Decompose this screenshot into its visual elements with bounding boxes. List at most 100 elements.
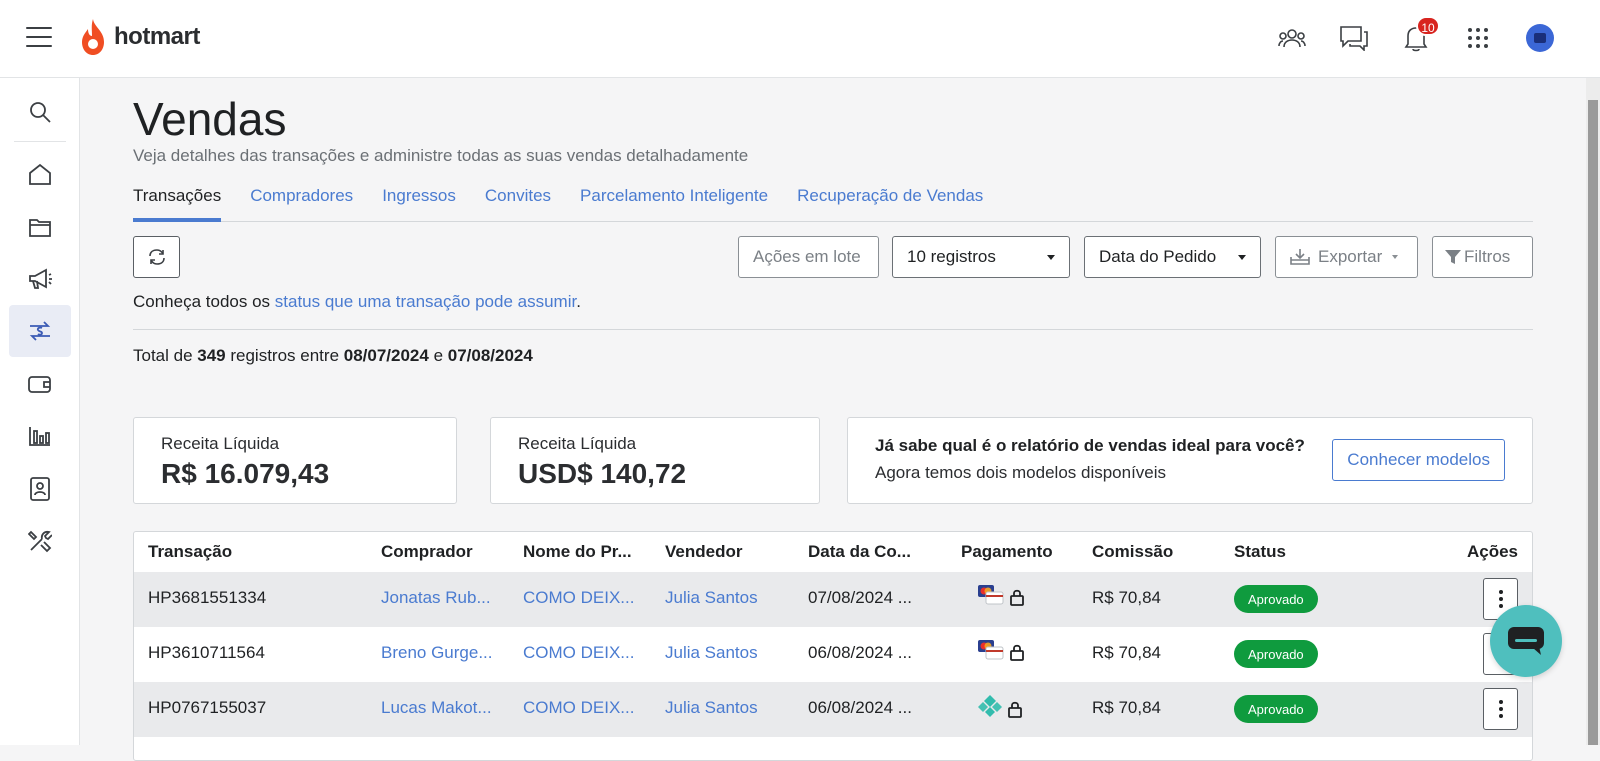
tab-parcelamento[interactable]: Parcelamento Inteligente xyxy=(580,182,768,222)
revenue-label: Receita Líquida xyxy=(518,434,637,453)
export-button[interactable]: Exportar xyxy=(1275,236,1418,278)
tab-convites[interactable]: Convites xyxy=(485,182,551,222)
seller-link[interactable]: Julia Santos xyxy=(665,698,758,718)
sidebar-item-home[interactable] xyxy=(9,148,71,200)
total-count: 349 xyxy=(197,346,226,365)
sort-by-value: Data do Pedido xyxy=(1099,247,1217,266)
bar-chart-icon xyxy=(29,427,50,446)
sidebar-item-search[interactable] xyxy=(9,86,71,138)
table-header: Transação Comprador Nome do Pr... Vended… xyxy=(134,532,1532,572)
seller-link[interactable]: Julia Santos xyxy=(665,588,758,608)
column-header[interactable]: Comprador xyxy=(381,542,473,562)
bell-icon[interactable]: 10 xyxy=(1400,16,1440,58)
buyer-link[interactable]: Lucas Makot... xyxy=(381,698,501,718)
scrollbar-thumb[interactable] xyxy=(1588,100,1598,745)
transactions-table: Transação Comprador Nome do Pr... Vended… xyxy=(133,531,1533,761)
chat-icon[interactable] xyxy=(1338,18,1370,58)
lock-icon xyxy=(1010,644,1024,661)
more-vertical-icon xyxy=(1498,590,1503,608)
promo-subtitle: Agora temos dois modelos disponíveis xyxy=(875,463,1167,482)
status-info: Conheça todos os status que uma transaçã… xyxy=(133,292,581,312)
revenue-card-usd: Receita Líquida USD$ 140,72 xyxy=(490,417,820,504)
status-badge: Aprovado xyxy=(1234,585,1318,613)
table-row[interactable]: HP0767155037 Lucas Makot... COMO DEIX...… xyxy=(134,682,1532,737)
column-header[interactable]: Comissão xyxy=(1092,542,1173,562)
tab-ingressos[interactable]: Ingressos xyxy=(382,182,456,222)
commission: R$ 70,84 xyxy=(1092,588,1161,607)
search-icon xyxy=(30,102,51,123)
hotmart-logo[interactable]: hotmart xyxy=(78,14,200,60)
revenue-card-brl: Receita Líquida R$ 16.079,43 xyxy=(133,417,457,504)
menu-icon[interactable] xyxy=(26,27,52,47)
revenue-value: USD$ 140,72 xyxy=(518,458,687,489)
total-end-date: 07/08/2024 xyxy=(447,346,533,365)
filters-button[interactable]: Filtros xyxy=(1432,236,1533,278)
sidebar-item-marketing[interactable] xyxy=(9,253,71,305)
divider xyxy=(133,329,1533,330)
total-summary: Total de 349 registros entre 08/07/2024 … xyxy=(133,346,533,366)
product-link[interactable]: COMO DEIX... xyxy=(523,643,643,663)
promo-title: Já sabe qual é o relatório de vendas ide… xyxy=(875,436,1305,455)
notification-badge: 10 xyxy=(1416,16,1440,36)
brand-name: hotmart xyxy=(114,23,200,50)
buyer-link[interactable]: Breno Gurge... xyxy=(381,643,501,663)
column-header[interactable]: Status xyxy=(1234,542,1286,562)
page-size-select[interactable]: 10 registros xyxy=(892,236,1070,278)
product-link[interactable]: COMO DEIX... xyxy=(523,588,643,608)
buyer-link[interactable]: Jonatas Rub... xyxy=(381,588,501,608)
column-header[interactable]: Nome do Pr... xyxy=(523,542,632,562)
refresh-icon xyxy=(148,249,165,265)
column-header: Ações xyxy=(1466,542,1518,561)
product-link[interactable]: COMO DEIX... xyxy=(523,698,643,718)
people-icon[interactable] xyxy=(1276,18,1308,58)
tab-recuperacao[interactable]: Recuperação de Vendas xyxy=(797,182,983,222)
table-row[interactable]: HP3610711564 Breno Gurge... COMO DEIX...… xyxy=(134,627,1532,682)
payment-method xyxy=(977,584,1025,606)
page-title: Vendas xyxy=(133,93,287,145)
status-info-suffix: . xyxy=(576,292,581,311)
seller-link[interactable]: Julia Santos xyxy=(665,643,758,663)
tab-transacoes[interactable]: Transações xyxy=(133,182,222,222)
sidebar-item-wallet[interactable] xyxy=(9,358,71,410)
sidebar-item-products[interactable] xyxy=(9,201,71,253)
transaction-id: HP3681551334 xyxy=(148,588,267,607)
chevron-down-icon xyxy=(1238,254,1246,260)
total-prefix: Total de xyxy=(133,346,198,365)
apps-grid-icon[interactable] xyxy=(1462,18,1494,58)
folder-icon xyxy=(29,219,51,237)
sort-by-select[interactable]: Data do Pedido xyxy=(1084,236,1261,278)
table-row[interactable]: HP3681551334 Jonatas Rub... COMO DEIX...… xyxy=(134,572,1532,627)
total-middle: registros entre xyxy=(225,346,344,365)
commission: R$ 70,84 xyxy=(1092,698,1161,717)
transaction-id: HP3610711564 xyxy=(148,643,265,662)
column-header[interactable]: Data da Co... xyxy=(808,542,911,562)
scrollbar[interactable] xyxy=(1586,78,1600,745)
user-avatar[interactable] xyxy=(1524,18,1556,58)
sidebar-item-members[interactable] xyxy=(9,463,71,515)
purchase-date: 06/08/2024 ... xyxy=(808,698,912,717)
sidebar-item-analytics[interactable] xyxy=(9,410,71,462)
sidebar-item-sales[interactable] xyxy=(9,305,71,357)
credit-card-icon xyxy=(978,585,1004,605)
lock-icon xyxy=(1008,701,1022,718)
row-actions-button[interactable] xyxy=(1483,688,1518,730)
chat-bubble-icon xyxy=(1508,627,1544,655)
column-header[interactable]: Transação xyxy=(148,542,232,562)
revenue-value: R$ 16.079,43 xyxy=(161,458,330,489)
status-info-link[interactable]: status que uma transação pode assumir xyxy=(275,292,576,311)
wallet-icon xyxy=(28,376,51,393)
pix-icon xyxy=(978,695,1002,717)
sidebar-item-tools[interactable] xyxy=(9,515,71,567)
bulk-actions-button[interactable]: Ações em lote xyxy=(738,236,879,278)
column-header[interactable]: Vendedor xyxy=(665,542,742,562)
refresh-button[interactable] xyxy=(133,236,180,278)
tab-compradores[interactable]: Compradores xyxy=(250,182,353,222)
column-header[interactable]: Pagamento xyxy=(961,542,1053,562)
sidebar-divider xyxy=(14,141,66,142)
filters-label: Filtros xyxy=(1464,247,1511,266)
home-icon xyxy=(29,163,51,185)
support-chat-button[interactable] xyxy=(1490,605,1562,677)
flame-icon xyxy=(82,19,104,55)
know-models-button[interactable]: Conhecer modelos xyxy=(1332,439,1505,481)
status-info-prefix: Conheça todos os xyxy=(133,292,275,311)
